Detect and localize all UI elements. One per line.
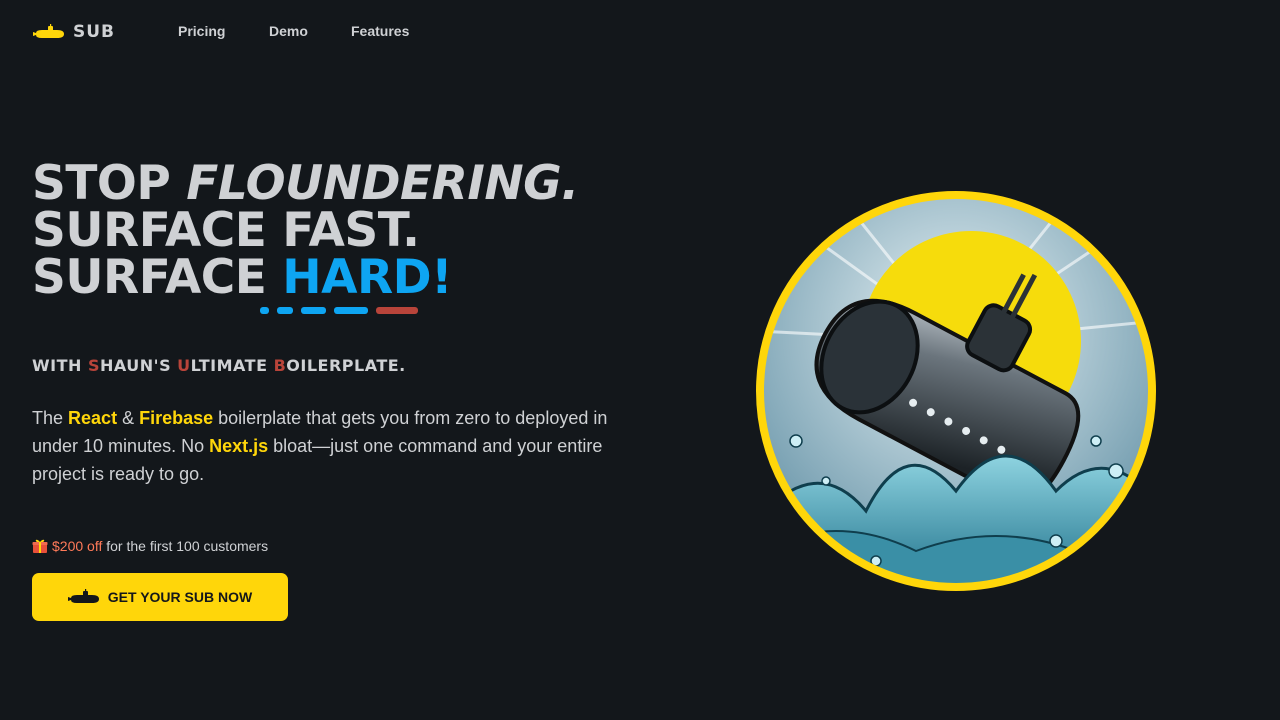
get-sub-button-label: GET YOUR SUB NOW	[107, 589, 253, 605]
top-nav: SUB Pricing Demo Features	[0, 0, 1280, 64]
subline-part: LTIMATE	[190, 356, 274, 375]
hero-subline: WITH SHAUN'S ULTIMATE BOILERPLATE.	[32, 356, 406, 375]
submarine-icon	[67, 589, 99, 603]
keyword-nextjs: Next.js	[209, 436, 269, 456]
dash	[301, 307, 326, 314]
headline-hard: HARD!	[282, 250, 453, 305]
dash	[260, 307, 269, 314]
get-sub-button[interactable]: GET YOUR SUB NOW	[32, 573, 288, 621]
hero-headline: STOP FLOUNDERING. SURFACE FAST. SURFACE …	[32, 160, 632, 301]
submarine-icon	[33, 24, 64, 38]
nav-link-pricing[interactable]: Pricing	[178, 23, 225, 39]
headline-line-2: SURFACE FAST.	[32, 203, 420, 258]
keyword-react: React	[68, 408, 118, 428]
gift-icon	[32, 539, 48, 553]
hero-description: The React & Firebase boilerplate that ge…	[32, 404, 622, 488]
keyword-firebase: Firebase	[139, 408, 214, 428]
headline-line-1: STOP FLOUNDERING.	[32, 160, 632, 207]
dash	[334, 307, 368, 314]
offer-note: $200 off for the first 100 customers	[32, 538, 268, 554]
desc-text: &	[117, 408, 140, 428]
subline-highlight-b: B	[273, 356, 287, 375]
nav-link-features[interactable]: Features	[351, 23, 409, 39]
logo-link[interactable]: SUB	[33, 20, 115, 44]
desc-text: The	[32, 408, 69, 428]
subline-highlight-s: S	[87, 356, 101, 375]
nav-link-demo[interactable]: Demo	[269, 23, 308, 39]
offer-text: for the first 100 customers	[102, 538, 269, 554]
dash	[277, 307, 293, 314]
subline-part: WITH	[32, 356, 88, 375]
offer-price: $200 off	[52, 538, 103, 554]
dash	[376, 307, 418, 314]
subline-highlight-u: U	[177, 356, 191, 375]
headline-line-3: SURFACE HARD!	[32, 254, 632, 301]
subline-part: OILERPLATE.	[286, 356, 406, 375]
subline-part: HAUN'S	[100, 356, 178, 375]
logo-text: SUB	[73, 22, 116, 42]
submarine-illustration	[756, 191, 1156, 591]
headline-surface: SURFACE	[32, 250, 283, 305]
